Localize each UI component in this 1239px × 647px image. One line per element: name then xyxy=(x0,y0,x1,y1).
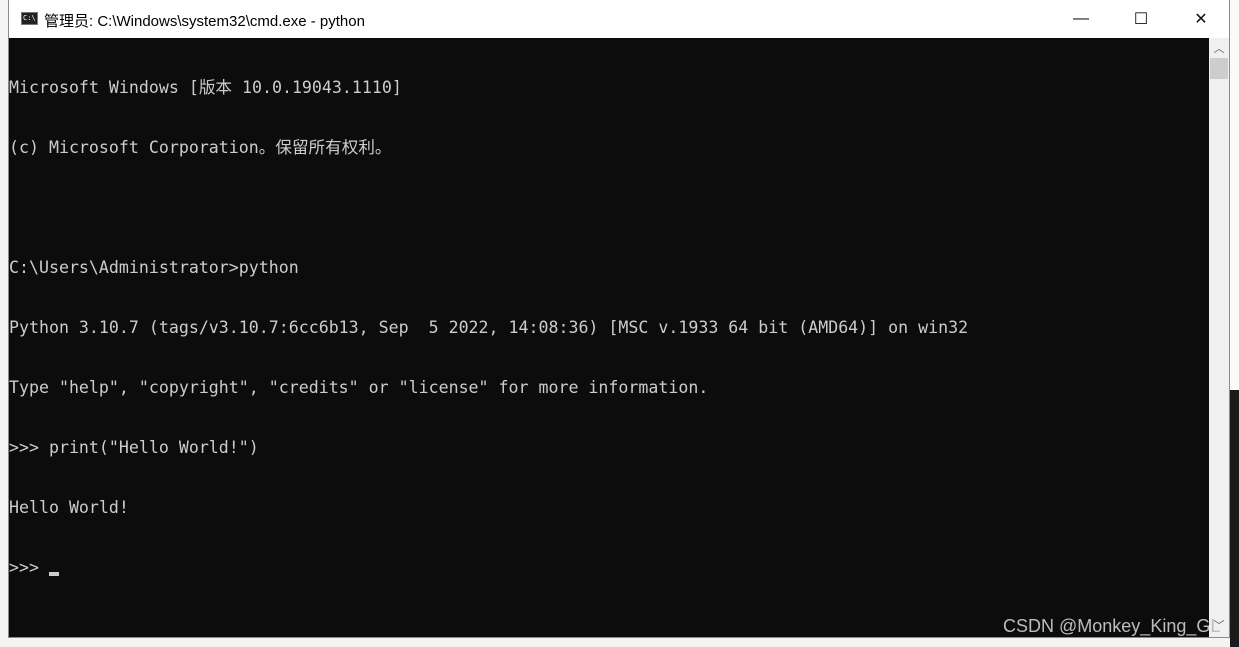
scroll-up-arrow-icon[interactable]: ︿ xyxy=(1209,40,1229,58)
terminal-line: Hello World! xyxy=(9,498,129,517)
terminal-line: Python 3.10.7 (tags/v3.10.7:6cc6b13, Sep… xyxy=(9,318,969,337)
terminal-line: Type "help", "copyright", "credits" or "… xyxy=(9,378,709,397)
terminal-line: C:\Users\Administrator>python xyxy=(9,258,299,277)
cmd-icon: C:\ xyxy=(21,12,38,25)
terminal-line: >>> print("Hello World!") xyxy=(9,438,259,457)
close-button[interactable]: ✕ xyxy=(1171,0,1231,38)
window-title: 管理员: C:\Windows\system32\cmd.exe - pytho… xyxy=(44,13,365,30)
terminal-output[interactable]: Microsoft Windows [版本 10.0.19043.1110] (… xyxy=(9,38,1209,637)
text-cursor xyxy=(48,572,59,576)
title-bar[interactable]: C:\ 管理员: C:\Windows\system32\cmd.exe - p… xyxy=(9,0,1229,38)
maximize-button[interactable]: ☐ xyxy=(1111,0,1171,38)
scrollbar-thumb[interactable] xyxy=(1210,58,1228,79)
input-line[interactable]: >>> xyxy=(9,558,1209,578)
cmd-window: C:\ 管理员: C:\Windows\system32\cmd.exe - p… xyxy=(8,0,1230,638)
prompt: >>> xyxy=(9,558,49,577)
vertical-scrollbar[interactable]: ︿ ﹀ xyxy=(1209,38,1229,637)
terminal-line: Microsoft Windows [版本 10.0.19043.1110] xyxy=(9,78,402,97)
watermark: CSDN @Monkey_King_GL xyxy=(1003,616,1221,636)
minimize-button[interactable]: — xyxy=(1051,0,1111,38)
background-window-dark xyxy=(1230,390,1239,647)
terminal-line: (c) Microsoft Corporation。保留所有权利。 xyxy=(9,138,392,157)
